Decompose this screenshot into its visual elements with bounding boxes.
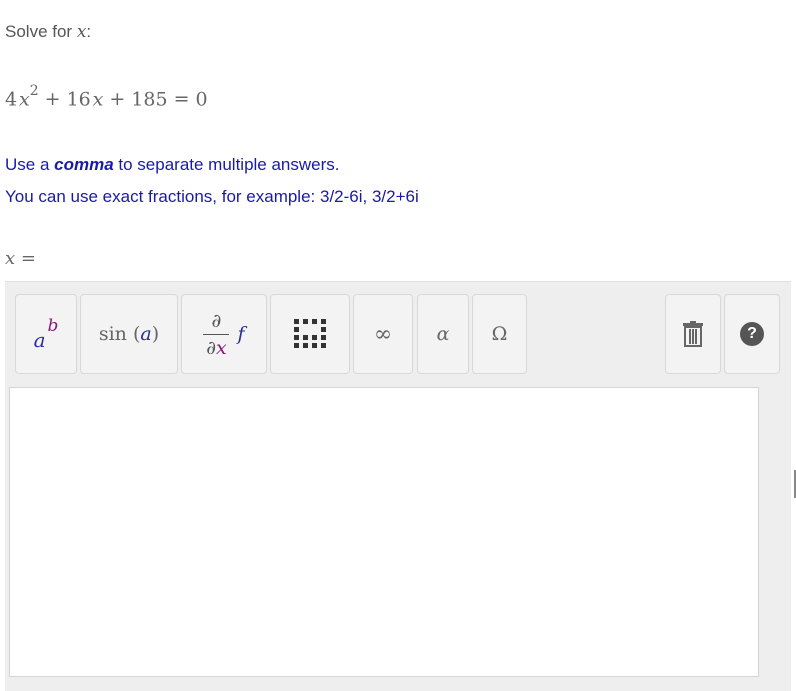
clear-button[interactable] bbox=[665, 294, 721, 374]
matrix-dot bbox=[293, 343, 299, 348]
hint-fractions: You can use exact fractions, for example… bbox=[5, 187, 419, 206]
equation: 4 x2 +16 x +185 = 0 bbox=[5, 83, 208, 111]
matrix-dot bbox=[320, 343, 326, 348]
symbols-button[interactable]: Ω bbox=[472, 294, 527, 374]
trig-button[interactable]: sin (a) bbox=[80, 294, 178, 374]
hint-line1-prefix: Use a bbox=[5, 155, 55, 174]
matrix-dot bbox=[311, 335, 317, 340]
equation-exponent: 2 bbox=[29, 83, 39, 99]
infinity-button[interactable]: ∞ bbox=[353, 294, 413, 374]
matrix-dot bbox=[302, 335, 308, 340]
omega-icon: Ω bbox=[491, 323, 508, 345]
answer-label-equals: = bbox=[20, 248, 36, 269]
matrix-dot bbox=[320, 335, 326, 340]
equation-equals: = bbox=[173, 88, 190, 111]
infinity-icon: ∞ bbox=[373, 321, 393, 347]
matrix-dot bbox=[302, 319, 308, 324]
power-exponent: b bbox=[47, 316, 59, 336]
prompt-variable: x bbox=[76, 22, 87, 42]
matrix-dot bbox=[293, 327, 299, 332]
trig-fn: sin bbox=[98, 323, 127, 345]
help-button[interactable]: ? bbox=[724, 294, 780, 374]
equation-var: x bbox=[19, 88, 30, 111]
matrix-icon bbox=[293, 319, 327, 349]
answer-label: x = bbox=[5, 248, 36, 269]
math-input-panel: ab sin (a) ∂ ∂x f ∞ α Ω ? bbox=[5, 281, 791, 691]
matrix-dot bbox=[311, 343, 317, 348]
partial-denominator: ∂x bbox=[206, 337, 227, 359]
equation-plus-2: + bbox=[109, 88, 126, 111]
hint-line1-bold: comma bbox=[54, 155, 114, 174]
partial-denominator-d: ∂ bbox=[206, 336, 217, 359]
hint-line1-suffix: to separate multiple answers. bbox=[113, 155, 340, 174]
matrix-dot bbox=[320, 319, 326, 324]
matrix-dot bbox=[320, 327, 326, 332]
prompt-suffix: : bbox=[86, 22, 92, 41]
matrix-dot bbox=[311, 319, 317, 324]
answer-label-var: x bbox=[5, 248, 16, 269]
trig-arg: a bbox=[140, 323, 152, 345]
matrix-gap bbox=[303, 327, 308, 332]
calculus-button[interactable]: ∂ ∂x f bbox=[181, 294, 267, 374]
matrix-button[interactable] bbox=[270, 294, 350, 374]
partial-derivative-icon: ∂ ∂x f bbox=[203, 309, 245, 359]
alpha-icon: α bbox=[436, 323, 450, 345]
trash-icon bbox=[683, 321, 703, 347]
greek-letters-button[interactable]: α bbox=[417, 294, 469, 374]
answer-editor[interactable] bbox=[9, 387, 759, 677]
partial-fn: f bbox=[237, 323, 245, 345]
equation-plus-1: + bbox=[44, 88, 61, 111]
fraction-bar bbox=[203, 333, 230, 335]
equation-coef-b: 16 bbox=[66, 88, 91, 111]
partial-fraction: ∂ ∂x bbox=[203, 309, 230, 359]
trig-open: ( bbox=[132, 323, 141, 345]
question-prompt: Solve for x: bbox=[5, 22, 91, 42]
partial-denominator-x: x bbox=[216, 336, 227, 359]
partial-numerator: ∂ bbox=[211, 309, 222, 332]
equation-coef-a: 4 bbox=[5, 88, 18, 111]
matrix-dot bbox=[293, 335, 299, 340]
trig-close: ) bbox=[151, 323, 160, 345]
help-icon: ? bbox=[740, 322, 764, 346]
prompt-text: Solve for bbox=[5, 22, 77, 41]
power-button[interactable]: ab bbox=[15, 294, 77, 374]
equation-constant: 185 bbox=[131, 88, 168, 111]
hint-comma: Use a comma to separate multiple answers… bbox=[5, 155, 340, 175]
equation-rhs: 0 bbox=[195, 88, 208, 111]
matrix-dot bbox=[293, 319, 299, 324]
equation-var-2: x bbox=[92, 88, 104, 111]
matrix-gap bbox=[312, 327, 317, 332]
matrix-dot bbox=[302, 343, 308, 348]
power-base: a bbox=[33, 328, 46, 352]
